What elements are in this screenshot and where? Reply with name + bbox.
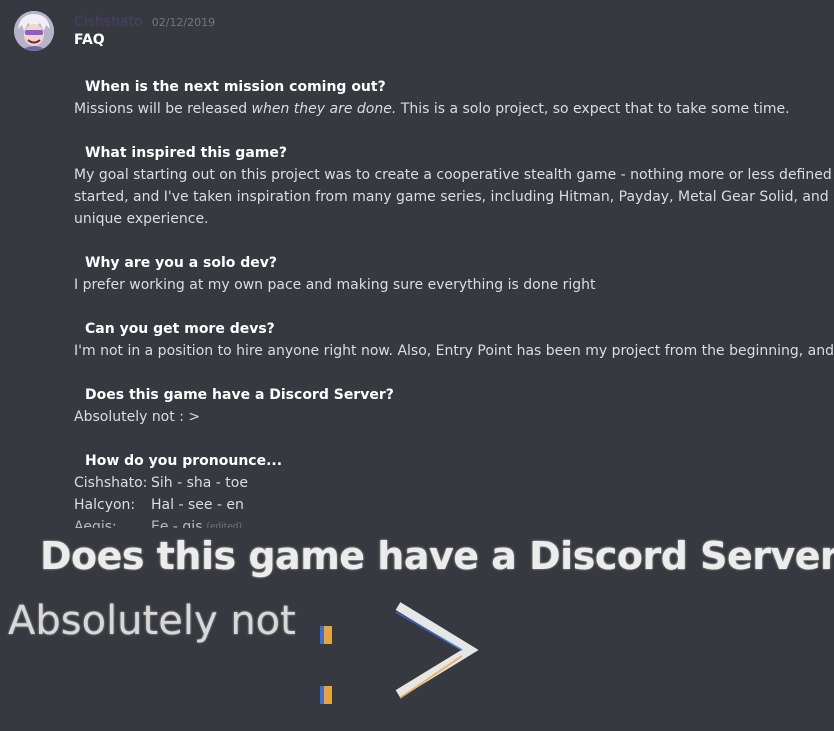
faq-answer: Missions will be released when they are … bbox=[74, 101, 790, 117]
faq-question: Does this game have a Discord Server? bbox=[85, 387, 394, 403]
faq-entry: Why are you a solo dev? I prefer working… bbox=[74, 252, 834, 296]
zoomed-answer: Absolutely not bbox=[8, 598, 296, 644]
faq-question: What inspired this game? bbox=[85, 145, 287, 161]
faq-answer-line: My goal starting out on this project was… bbox=[74, 167, 834, 183]
edited-label: (edited) bbox=[206, 522, 243, 528]
avatar-image bbox=[14, 11, 54, 51]
author-name[interactable]: Cishshato bbox=[74, 14, 143, 30]
pronounce-sound: Hal - see - en bbox=[151, 497, 244, 513]
message: Cishshato 02/12/2019 FAQ When is the nex… bbox=[0, 0, 834, 528]
faq-question: Why are you a solo dev? bbox=[85, 255, 278, 271]
faq-question: Can you get more devs? bbox=[85, 321, 275, 337]
faq-entry: Can you get more devs? I'm not in a posi… bbox=[74, 318, 834, 362]
pronounce-row-cut: Aegis: Ee - gis (edited) bbox=[74, 516, 834, 528]
faq-entry: When is the next mission coming out? Mis… bbox=[74, 76, 834, 120]
faq-entry: Does this game have a Discord Server? Ab… bbox=[74, 384, 834, 428]
zoomed-question: Does this game have a Discord Server? bbox=[40, 534, 834, 578]
zoomed-crop: Does this game have a Discord Server? Ab… bbox=[0, 528, 834, 731]
colon-greater-than-emote-icon bbox=[320, 602, 479, 704]
faq-question: When is the next mission coming out? bbox=[85, 79, 386, 95]
faq-question: How do you pronounce... bbox=[85, 453, 283, 469]
faq-entry-pronounce: How do you pronounce... Cishshato: Sih -… bbox=[74, 450, 834, 528]
faq-title: FAQ bbox=[74, 32, 105, 48]
avatar[interactable] bbox=[14, 11, 54, 51]
faq-answer-line: unique experience. bbox=[74, 211, 209, 227]
emphasis-text: when they are done. bbox=[251, 101, 397, 117]
faq-entry: What inspired this game? My goal startin… bbox=[74, 142, 834, 230]
faq-answer-line: started, and I've taken inspiration from… bbox=[74, 189, 834, 205]
pronounce-sound: Ee - gis bbox=[151, 519, 203, 528]
timestamp: 02/12/2019 bbox=[151, 16, 216, 29]
faq-answer: I prefer working at my own pace and maki… bbox=[74, 277, 596, 293]
pronounce-name: Aegis: bbox=[74, 519, 117, 528]
author-line: Cishshato 02/12/2019 bbox=[74, 11, 215, 30]
pronounce-row: Halcyon: Hal - see - en bbox=[74, 494, 834, 516]
pronounce-sound: Sih - sha - toe bbox=[151, 475, 248, 491]
pronounce-name: Halcyon: bbox=[74, 497, 136, 513]
pronounce-row: Cishshato: Sih - sha - toe bbox=[74, 472, 834, 494]
faq-answer: Absolutely not : > bbox=[74, 409, 201, 425]
pronounce-name: Cishshato: bbox=[74, 475, 148, 491]
faq-answer: I'm not in a position to hire anyone rig… bbox=[74, 343, 834, 359]
message-content: When is the next mission coming out? Mis… bbox=[74, 76, 834, 528]
